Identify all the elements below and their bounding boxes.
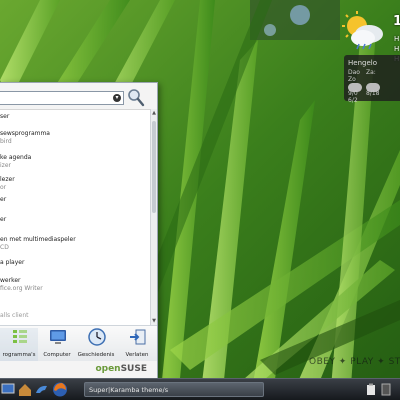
result-subtitle: bird	[0, 138, 12, 145]
tray-volume-icon[interactable]	[381, 383, 391, 396]
result-title: a player	[0, 259, 25, 266]
tab-label: Geschiedenis	[77, 352, 115, 358]
list-item[interactable]: sewsprogramma bird	[0, 129, 150, 149]
current-temperature: 1	[393, 14, 400, 29]
file-manager-icon[interactable]	[34, 381, 50, 398]
tab-history[interactable]: Geschiedenis	[77, 328, 115, 362]
desktop-icon[interactable]	[0, 381, 16, 398]
task-superkaramba[interactable]: Super|Karamba theme/s	[84, 382, 264, 397]
opensuse-logo: openSUSE	[95, 364, 147, 374]
result-title: sewsprogramma	[0, 130, 50, 137]
list-item[interactable]: a player	[0, 258, 150, 278]
scrollbar-thumb[interactable]	[152, 121, 156, 213]
weather-city: Hengelo	[348, 59, 377, 67]
list-item[interactable]: en met multimediaspeler CD	[0, 235, 150, 255]
list-item[interactable]: werker fice.org Writer	[0, 276, 150, 296]
result-title: ser	[0, 113, 10, 120]
weather-detail-line: H	[394, 35, 400, 43]
results-scrollbar[interactable]: ▲ ▼	[150, 109, 157, 325]
computer-icon	[50, 330, 66, 344]
forecast-day: Dao	[348, 69, 360, 76]
logout-icon	[130, 329, 146, 345]
result-title: werker	[0, 277, 21, 284]
search-row: ▾	[0, 87, 158, 109]
list-item[interactable]: ke agenda izer	[0, 153, 150, 173]
result-title: er	[0, 196, 7, 203]
brand-suse-text: SUSE	[120, 364, 147, 374]
firefox-icon[interactable]	[52, 381, 68, 398]
taskbar: Super|Karamba theme/s	[0, 378, 400, 400]
task-label: Super|Karamba theme/s	[89, 386, 169, 394]
result-title: lezer	[0, 176, 15, 183]
weather-forecast-panel: Hengelo Dao Za:Zo 9/0 8/186/2	[344, 55, 400, 104]
clear-search-icon[interactable]: ▾	[113, 94, 121, 102]
forecast-temp: 8/18	[366, 90, 380, 97]
search-icon[interactable]	[127, 88, 145, 107]
opensuse-branding: openSUSE	[0, 361, 157, 378]
scroll-down-icon[interactable]: ▼	[151, 318, 157, 324]
list-item[interactable]: er	[0, 215, 150, 235]
result-title: er	[0, 216, 7, 223]
home-folder-icon[interactable]	[17, 381, 33, 398]
forecast-temp: 6/2	[348, 97, 358, 104]
result-subtitle: or	[0, 184, 7, 191]
forecast-day: Za:	[366, 69, 376, 76]
tab-label: Verlaten	[125, 352, 149, 358]
start-menu: ▾ ser sewsprogramma bird ke agenda izer …	[0, 82, 158, 378]
scroll-up-icon[interactable]: ▲	[151, 110, 157, 116]
clock-icon	[88, 328, 106, 346]
tray-clipboard-icon[interactable]	[366, 383, 376, 396]
tab-label: rogramma's	[2, 352, 36, 358]
cloudy-sun-icon	[342, 11, 383, 50]
tab-label: Computer	[43, 352, 71, 358]
result-title: en met multimediaspeler	[0, 236, 76, 243]
forecast-temp: 9/0	[348, 90, 358, 97]
search-results-list: ser sewsprogramma bird ke agenda izer le…	[0, 109, 150, 325]
result-title: ke agenda	[0, 154, 32, 161]
tab-computer[interactable]: Computer	[38, 328, 76, 362]
result-subtitle: CD	[0, 244, 9, 251]
menu-bottom-tabs: rogramma's Computer Geschiedenis Verlate…	[0, 325, 157, 362]
weather-detail-line: H	[394, 45, 400, 53]
list-item[interactable]: er	[0, 195, 150, 215]
desktop-overlay-text: OBEY ✦ PLAY ✦ STOP	[309, 357, 400, 367]
search-input[interactable]: ▾	[0, 91, 124, 105]
forecast-temperatures: 9/0 8/18 6/2	[348, 90, 400, 104]
result-subtitle: fice.org Writer	[0, 285, 43, 292]
programs-icon	[13, 330, 27, 343]
tab-programs[interactable]: rogramma's	[0, 328, 38, 362]
tab-leave[interactable]: Verlaten	[118, 328, 156, 362]
list-item[interactable]: lezer or	[0, 175, 150, 195]
results-hint: alls client	[0, 312, 29, 319]
brand-open-text: open	[95, 364, 121, 374]
result-subtitle: izer	[0, 162, 11, 169]
